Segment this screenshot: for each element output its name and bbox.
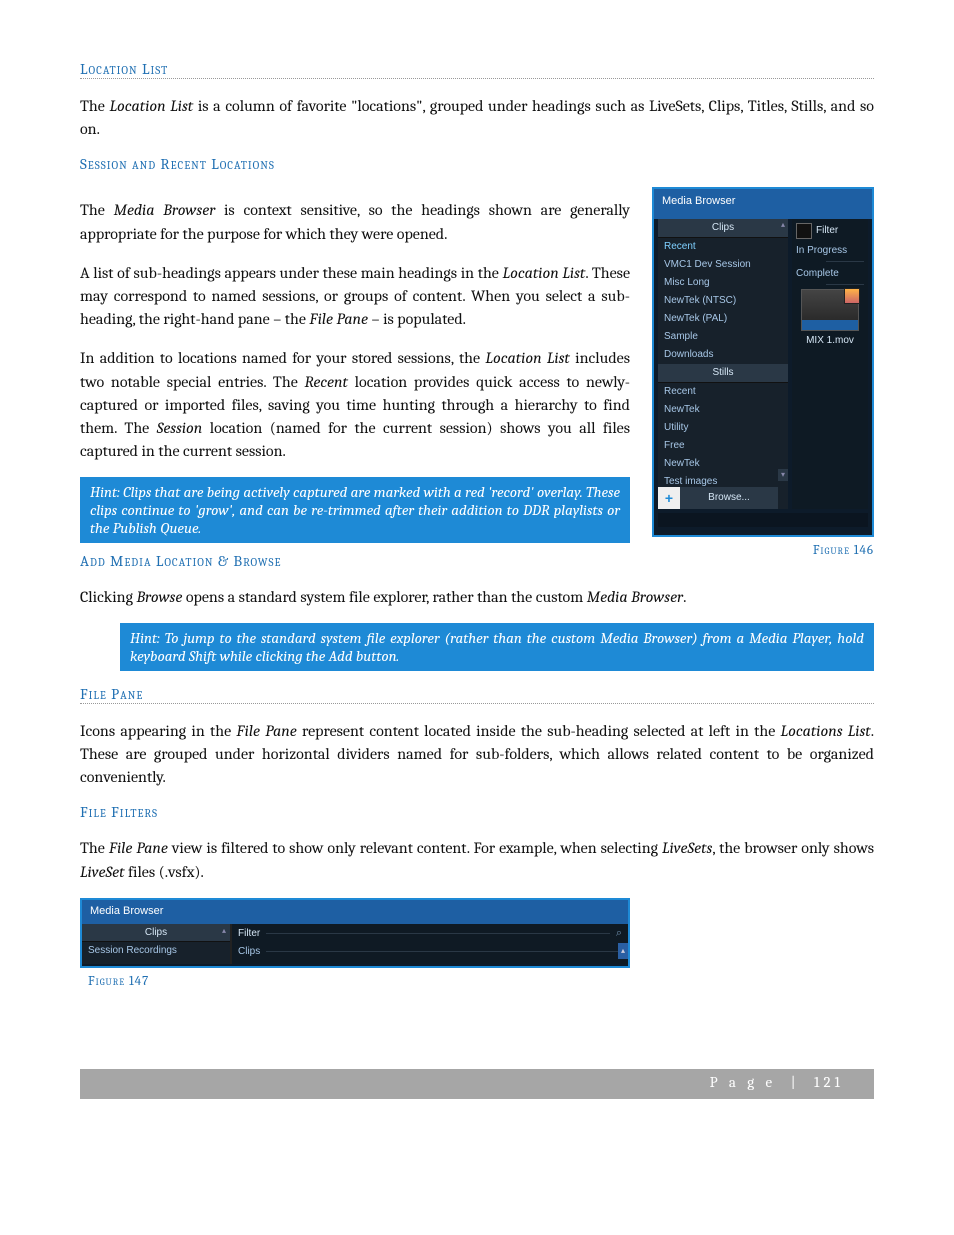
category-stills[interactable]: Stills: [658, 364, 788, 383]
para-file-filters: The File Pane view is filtered to show o…: [80, 837, 874, 883]
scroll-up-icon[interactable]: ▴: [778, 219, 788, 231]
heading-file-pane: File Pane: [80, 685, 874, 704]
divider-in-progress: In Progress: [792, 243, 868, 259]
para-add-browse: Clicking Browse opens a standard system …: [80, 586, 874, 609]
stills-item-free[interactable]: Free: [658, 437, 788, 455]
page-footer: P a g e | 121: [80, 1069, 874, 1099]
clips-item-pal[interactable]: NewTek (PAL): [658, 310, 788, 328]
clip-label: MIX 1.mov: [792, 335, 868, 347]
stills-item-utility[interactable]: Utility: [658, 419, 788, 437]
para-session-1: The Media Browser is context sensitive, …: [80, 199, 630, 245]
heading-session-recent: Session and Recent Locations: [80, 155, 874, 173]
clips-item-vmc1[interactable]: VMC1 Dev Session: [658, 256, 788, 274]
scroll-up-icon-2[interactable]: ▴: [222, 926, 226, 935]
category-clips-2[interactable]: Clips ▴: [82, 924, 230, 942]
clips-item-ntsc[interactable]: NewTek (NTSC): [658, 292, 788, 310]
clips-item-downloads[interactable]: Downloads: [658, 346, 788, 364]
filter-icon[interactable]: [796, 223, 812, 239]
hint-1: Hint: Clips that are being actively capt…: [80, 477, 630, 543]
para-location-list: The Location List is a column of favorit…: [80, 95, 874, 141]
hint-2: Hint: To jump to the standard system fil…: [120, 623, 874, 671]
search-icon[interactable]: ⌕: [616, 927, 622, 940]
figure-147-caption: Figure 147: [88, 974, 874, 989]
heading-location-list: Location List: [80, 60, 874, 79]
clips-item-recent[interactable]: Recent: [658, 238, 788, 256]
scroll-up-icon-3[interactable]: ▴: [618, 943, 628, 959]
clips-item-session-recordings[interactable]: Session Recordings: [82, 942, 230, 959]
para-session-3: In addition to locations named for your …: [80, 347, 630, 463]
location-list-panel: ▴ Clips Recent VMC1 Dev Session Misc Lon…: [658, 219, 788, 509]
category-clips[interactable]: Clips: [658, 219, 788, 238]
filter-label-2: Filter: [238, 928, 260, 939]
stills-item-newtek2[interactable]: NewTek: [658, 455, 788, 473]
record-overlay-icon: [844, 288, 860, 304]
stills-item-recent[interactable]: Recent: [658, 383, 788, 401]
clips-item-misc[interactable]: Misc Long: [658, 274, 788, 292]
figure-146: Media Browser ▴ Clips Recent VMC1 Dev Se…: [652, 187, 874, 536]
figure-146-caption: Figure 146: [652, 543, 874, 558]
divider-complete: Complete: [792, 266, 868, 282]
browse-button[interactable]: Browse...: [680, 492, 778, 504]
file-pane: Filter In Progress Complete MIX 1.mov: [792, 219, 868, 509]
clip-thumbnail[interactable]: [801, 289, 859, 331]
clips-item-sample[interactable]: Sample: [658, 328, 788, 346]
para-file-pane: Icons appearing in the File Pane represe…: [80, 720, 874, 790]
media-browser-title-2: Media Browser: [82, 900, 628, 924]
filter-label: Filter: [816, 225, 838, 237]
divider-clips: Clips: [238, 946, 260, 957]
stills-item-newtek1[interactable]: NewTek: [658, 401, 788, 419]
scroll-down-icon[interactable]: ▾: [778, 469, 788, 481]
heading-file-filters: File Filters: [80, 803, 874, 821]
para-session-2: A list of sub-headings appears under the…: [80, 262, 630, 332]
add-location-button[interactable]: +: [658, 487, 680, 509]
figure-147: Media Browser Clips ▴ Session Recordings…: [80, 898, 630, 968]
media-browser-title: Media Browser: [654, 189, 872, 218]
